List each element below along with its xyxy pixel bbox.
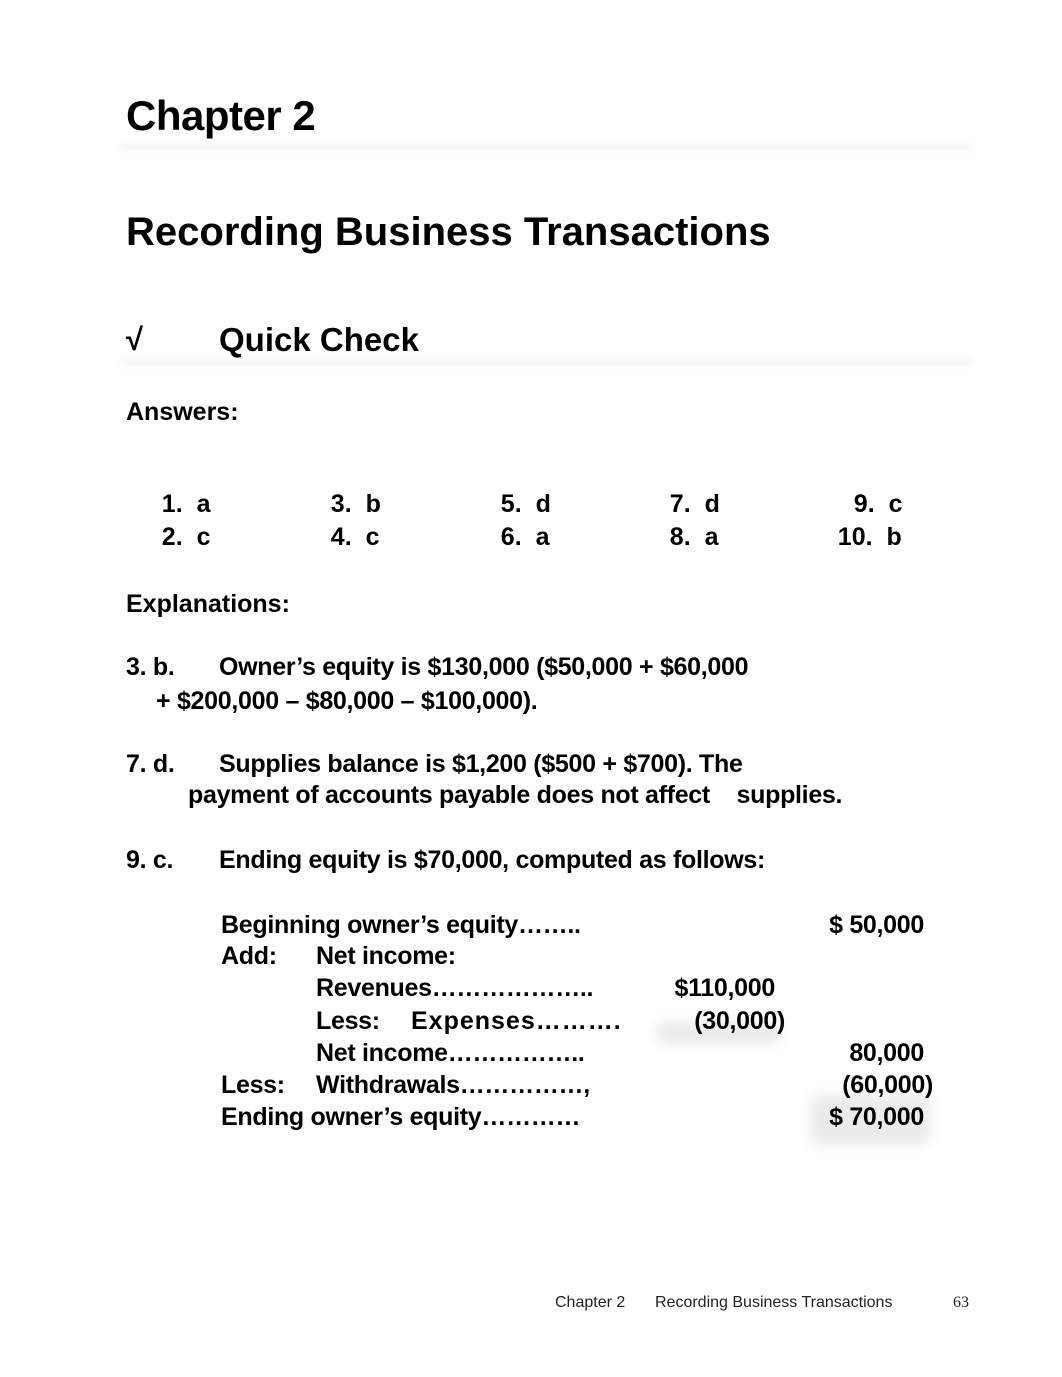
explanation-line: payment of accounts payable does not aff… [188, 781, 843, 809]
chapter-title: Recording Business Transactions [126, 210, 771, 254]
explanation-line: Owner’s equity is $130,000 ($50,000 + $6… [219, 653, 749, 681]
computation-prefix: Add: [221, 942, 277, 970]
computation-label: Beginning owner’s equity…….. [221, 911, 581, 939]
computation-subtotal: (30,000) [694, 1007, 785, 1035]
computation-label: Expenses………. [411, 1007, 622, 1035]
answer-number: 4. [330, 523, 352, 551]
explanation-line: Ending equity is $70,000, computed as fo… [219, 846, 766, 874]
answer-letter: c [196, 523, 211, 551]
checkmark-icon: √ [126, 322, 144, 357]
answers-label: Answers: [126, 398, 239, 426]
explanation-key: 3. b. [126, 653, 175, 681]
answer-item: 8. a [642, 494, 719, 581]
answer-item: 10. b [810, 494, 902, 581]
computation-label: Net income…………….. [316, 1039, 585, 1067]
answer-number: 2. [161, 523, 183, 551]
footer-title: Recording Business Transactions [655, 1294, 893, 1311]
answer-number: 10. [837, 523, 873, 551]
computation-prefix: Less: [316, 1007, 380, 1035]
computation-label: Net income: [316, 942, 456, 970]
explanation-line: Supplies balance is $1,200 ($500 + $700)… [219, 750, 743, 778]
chapter-heading: Chapter 2 [126, 92, 316, 139]
answer-letter: c [365, 523, 380, 551]
answer-item: 4. c [303, 494, 380, 581]
section-rule [120, 355, 972, 369]
explanation-key: 7. d. [126, 750, 175, 778]
explanations-label: Explanations: [126, 590, 290, 618]
page-number: 63 [953, 1294, 969, 1311]
computation-label: Revenues……………….. [316, 974, 594, 1002]
section-title: Quick Check [219, 321, 419, 358]
answer-letter: b [886, 523, 902, 551]
heading-rule [120, 140, 972, 154]
computation-label: Withdrawals……………, [316, 1071, 590, 1099]
answer-item: 2. c [134, 494, 211, 581]
computation-total: $ 50,000 [829, 911, 924, 939]
answer-number: 6. [500, 523, 522, 551]
computation-total: 80,000 [849, 1039, 924, 1067]
footer-chapter: Chapter 2 [555, 1294, 626, 1311]
computation-label: Ending owner’s equity………… [221, 1103, 581, 1131]
answer-item: 6. a [473, 494, 550, 581]
computation-subtotal: $110,000 [674, 974, 776, 1002]
answer-letter: a [535, 523, 550, 551]
answer-letter: a [704, 523, 719, 551]
explanation-key: 9. c. [126, 846, 174, 874]
computation-prefix: Less: [221, 1071, 285, 1099]
explanation-line: + $200,000 – $80,000 – $100,000). [156, 687, 538, 715]
computation-total: $ 70,000 [829, 1103, 924, 1131]
answer-number: 8. [669, 523, 691, 551]
computation-total: (60,000) [842, 1071, 933, 1099]
